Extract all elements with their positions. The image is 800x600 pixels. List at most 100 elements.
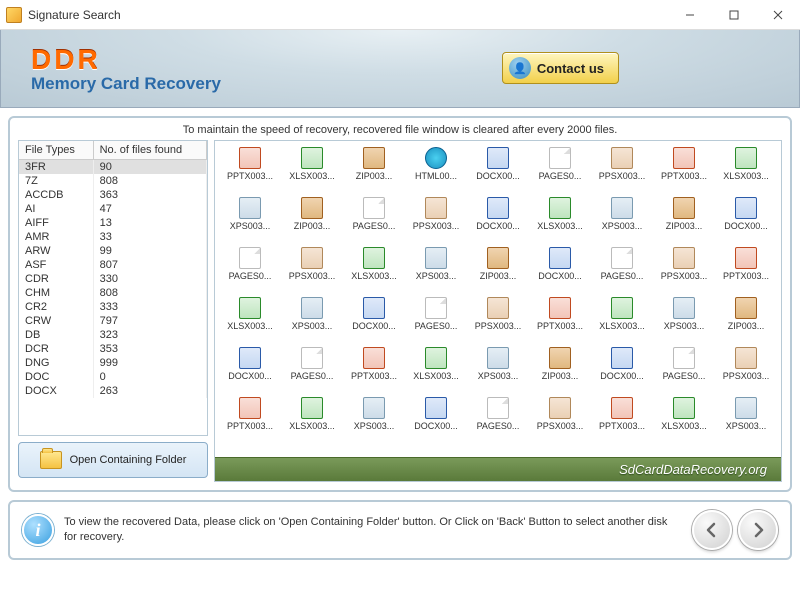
table-row[interactable]: ASF807 <box>19 258 207 272</box>
docx-icon <box>239 347 261 369</box>
file-item[interactable]: XLSX003... <box>591 297 653 345</box>
open-containing-folder-button[interactable]: Open Containing Folder <box>18 442 208 478</box>
file-item[interactable]: ZIP003... <box>529 347 591 395</box>
contact-us-button[interactable]: 👤 Contact us <box>502 52 619 84</box>
table-row[interactable]: AI47 <box>19 202 207 216</box>
file-item[interactable]: PPTX003... <box>591 397 653 445</box>
file-item[interactable]: XPS003... <box>219 197 281 245</box>
file-item[interactable]: ZIP003... <box>343 147 405 195</box>
xlsx-icon <box>301 397 323 419</box>
file-item[interactable]: XPS003... <box>591 197 653 245</box>
ppsx-icon <box>301 247 323 269</box>
file-label: PPTX003... <box>537 321 583 331</box>
ppsx-icon <box>425 197 447 219</box>
file-item[interactable]: XPS003... <box>467 347 529 395</box>
file-item[interactable]: XLSX003... <box>405 347 467 395</box>
file-item[interactable]: PPTX003... <box>219 397 281 445</box>
minimize-button[interactable] <box>668 0 712 29</box>
file-item[interactable]: PAGES0... <box>405 297 467 345</box>
table-row[interactable]: CHM808 <box>19 286 207 300</box>
file-item[interactable]: DOCX00... <box>529 247 591 295</box>
file-item[interactable]: XLSX003... <box>529 197 591 245</box>
table-row[interactable]: AIFF13 <box>19 216 207 230</box>
file-item[interactable]: XPS003... <box>653 297 715 345</box>
file-types-table[interactable]: File Types No. of files found 3FR907Z808… <box>18 140 208 436</box>
file-item[interactable]: PPSX003... <box>591 147 653 195</box>
file-item[interactable]: ZIP003... <box>715 297 777 345</box>
file-item[interactable]: XPS003... <box>281 297 343 345</box>
file-item[interactable]: PAGES0... <box>219 247 281 295</box>
file-item[interactable]: PAGES0... <box>467 397 529 445</box>
contact-avatar-icon: 👤 <box>509 57 531 79</box>
file-item[interactable]: PPSX003... <box>405 197 467 245</box>
file-item[interactable]: PAGES0... <box>653 347 715 395</box>
file-item[interactable]: PPTX003... <box>653 147 715 195</box>
file-item[interactable]: HTML00... <box>405 147 467 195</box>
file-item[interactable]: XPS003... <box>343 397 405 445</box>
file-item[interactable]: DOCX00... <box>715 197 777 245</box>
file-item[interactable]: PPSX003... <box>281 247 343 295</box>
file-label: XLSX003... <box>227 321 273 331</box>
file-item[interactable]: PPSX003... <box>529 397 591 445</box>
file-item[interactable]: DOCX00... <box>467 197 529 245</box>
file-label: PPTX003... <box>227 171 273 181</box>
table-row[interactable]: DOCX263 <box>19 384 207 398</box>
file-item[interactable]: ZIP003... <box>467 247 529 295</box>
file-item[interactable]: PAGES0... <box>281 347 343 395</box>
file-item[interactable]: PAGES0... <box>343 197 405 245</box>
file-item[interactable]: PPSX003... <box>715 347 777 395</box>
file-item[interactable]: XLSX003... <box>715 147 777 195</box>
file-item[interactable]: PPTX003... <box>219 147 281 195</box>
file-label: XPS003... <box>230 221 271 231</box>
maximize-button[interactable] <box>712 0 756 29</box>
table-row[interactable]: ACCDB363 <box>19 188 207 202</box>
table-row[interactable]: AMR33 <box>19 230 207 244</box>
table-row[interactable]: ARW99 <box>19 244 207 258</box>
file-item[interactable]: XLSX003... <box>343 247 405 295</box>
file-item[interactable]: XLSX003... <box>281 397 343 445</box>
file-item[interactable]: PPSX003... <box>467 297 529 345</box>
close-button[interactable] <box>756 0 800 29</box>
file-label: ZIP003... <box>294 221 331 231</box>
file-item[interactable]: PPSX003... <box>653 247 715 295</box>
file-item[interactable]: DOCX00... <box>219 347 281 395</box>
table-row[interactable]: CR2333 <box>19 300 207 314</box>
ppsx-icon <box>611 147 633 169</box>
file-item[interactable]: XPS003... <box>715 397 777 445</box>
table-row[interactable]: CRW797 <box>19 314 207 328</box>
table-row[interactable]: DB323 <box>19 328 207 342</box>
window-title: Signature Search <box>28 8 668 22</box>
file-item[interactable]: PAGES0... <box>591 247 653 295</box>
table-row[interactable]: DOC0 <box>19 370 207 384</box>
table-row[interactable]: DCR353 <box>19 342 207 356</box>
table-row[interactable]: 7Z808 <box>19 174 207 188</box>
back-button[interactable] <box>692 510 732 550</box>
forward-button[interactable] <box>738 510 778 550</box>
file-item[interactable]: PPTX003... <box>343 347 405 395</box>
html-icon <box>425 147 447 169</box>
file-item[interactable]: XLSX003... <box>653 397 715 445</box>
file-item[interactable]: DOCX00... <box>467 147 529 195</box>
file-item[interactable]: XLSX003... <box>281 147 343 195</box>
xlsx-icon <box>673 397 695 419</box>
file-item[interactable]: DOCX00... <box>405 397 467 445</box>
page-icon <box>487 397 509 419</box>
file-label: DOCX00... <box>476 171 520 181</box>
file-item[interactable]: DOCX00... <box>343 297 405 345</box>
col-file-types[interactable]: File Types <box>19 141 93 160</box>
file-item[interactable]: PAGES0... <box>529 147 591 195</box>
file-item[interactable]: XLSX003... <box>219 297 281 345</box>
file-item[interactable]: PPTX003... <box>715 247 777 295</box>
file-item[interactable]: PPTX003... <box>529 297 591 345</box>
file-item[interactable]: ZIP003... <box>653 197 715 245</box>
table-row[interactable]: 3FR90 <box>19 160 207 175</box>
docx-icon <box>363 297 385 319</box>
file-label: XPS003... <box>354 421 395 431</box>
file-item[interactable]: DOCX00... <box>591 347 653 395</box>
file-item[interactable]: ZIP003... <box>281 197 343 245</box>
col-files-found[interactable]: No. of files found <box>93 141 206 160</box>
table-row[interactable]: DNG999 <box>19 356 207 370</box>
table-row[interactable]: CDR330 <box>19 272 207 286</box>
files-grid[interactable]: PPTX003...XLSX003...ZIP003...HTML00...DO… <box>215 141 781 457</box>
file-item[interactable]: XPS003... <box>405 247 467 295</box>
